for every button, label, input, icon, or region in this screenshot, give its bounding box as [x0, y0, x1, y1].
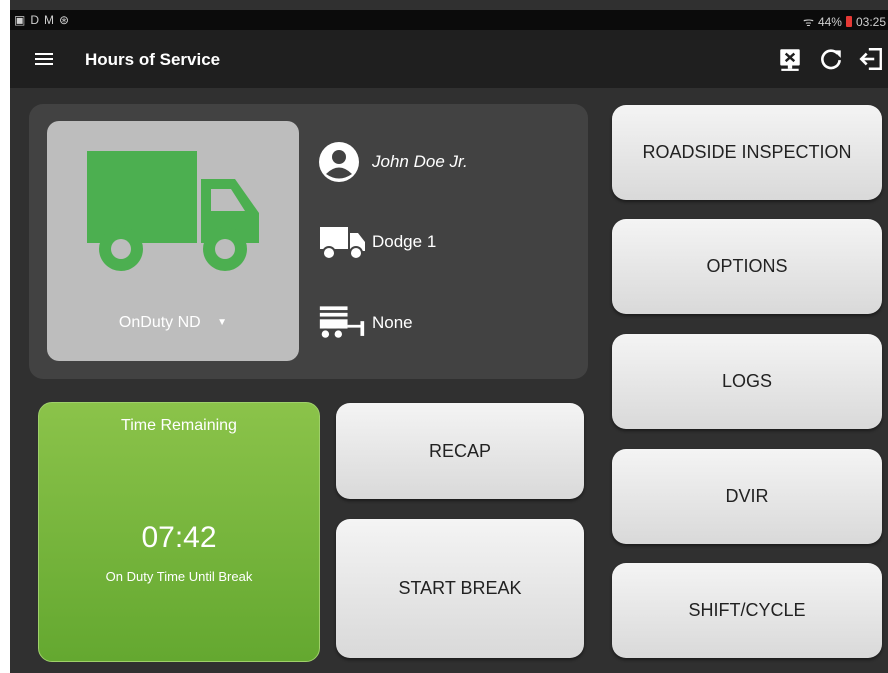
app-bar: Hours of Service — [10, 30, 888, 88]
account-circle-icon — [319, 142, 359, 182]
clock: 03:25 — [855, 14, 886, 29]
truck-icon — [87, 151, 259, 271]
chevron-down-icon: ▼ — [217, 317, 228, 329]
dvir-button[interactable]: DVIR — [612, 449, 882, 544]
battery-level: 44% — [817, 14, 842, 29]
vpn-icon: ⊛ — [59, 13, 70, 27]
battery-icon — [845, 16, 852, 27]
shift-cycle-button[interactable]: SHIFT/CYCLE — [612, 563, 882, 658]
trailer-name: None — [372, 313, 413, 332]
time-remaining-subtitle: On Duty Time Until Break — [105, 569, 253, 584]
roadside-inspection-button[interactable]: ROADSIDE INSPECTION — [612, 105, 882, 200]
duty-status-label: OnDuty ND — [118, 314, 201, 331]
logs-button[interactable]: LOGS — [612, 334, 882, 429]
screen-edge — [0, 0, 10, 673]
options-button[interactable]: OPTIONS — [612, 219, 882, 314]
driver-name: John Doe Jr. — [372, 152, 468, 171]
start-break-button[interactable]: START BREAK — [336, 519, 584, 658]
driver-row[interactable]: John Doe Jr. — [318, 142, 468, 182]
duty-status-dropdown[interactable]: OnDuty ND ▼ — [47, 314, 299, 332]
wifi-icon: ᯤ — [802, 15, 814, 29]
time-remaining-title: Time Remaining — [121, 417, 237, 434]
logout-icon[interactable] — [858, 46, 884, 72]
time-remaining-card[interactable]: Time Remaining 07:42 On Duty Time Until … — [38, 402, 320, 662]
notification-m: M — [44, 13, 55, 27]
vehicle-row[interactable]: Dodge 1 — [318, 222, 436, 262]
duty-status-card[interactable]: OnDuty ND ▼ — [47, 121, 299, 361]
menu-icon[interactable] — [32, 47, 56, 71]
system-status-bar: ▣ D M ⊛ ᯤ 44% 03:25 — [10, 10, 888, 30]
trailer-row[interactable]: None — [318, 303, 413, 343]
notification-d: D — [30, 13, 40, 27]
vehicle-icon — [320, 227, 365, 260]
time-remaining-value: 07:42 — [141, 521, 217, 554]
vehicle-name: Dodge 1 — [372, 232, 437, 251]
transfer-icon[interactable] — [777, 46, 803, 72]
app-title: Hours of Service — [85, 50, 221, 69]
recap-button[interactable]: RECAP — [336, 403, 584, 499]
screen-icon: ▣ — [14, 13, 26, 27]
trailer-icon — [319, 306, 365, 340]
refresh-icon[interactable] — [818, 46, 844, 72]
